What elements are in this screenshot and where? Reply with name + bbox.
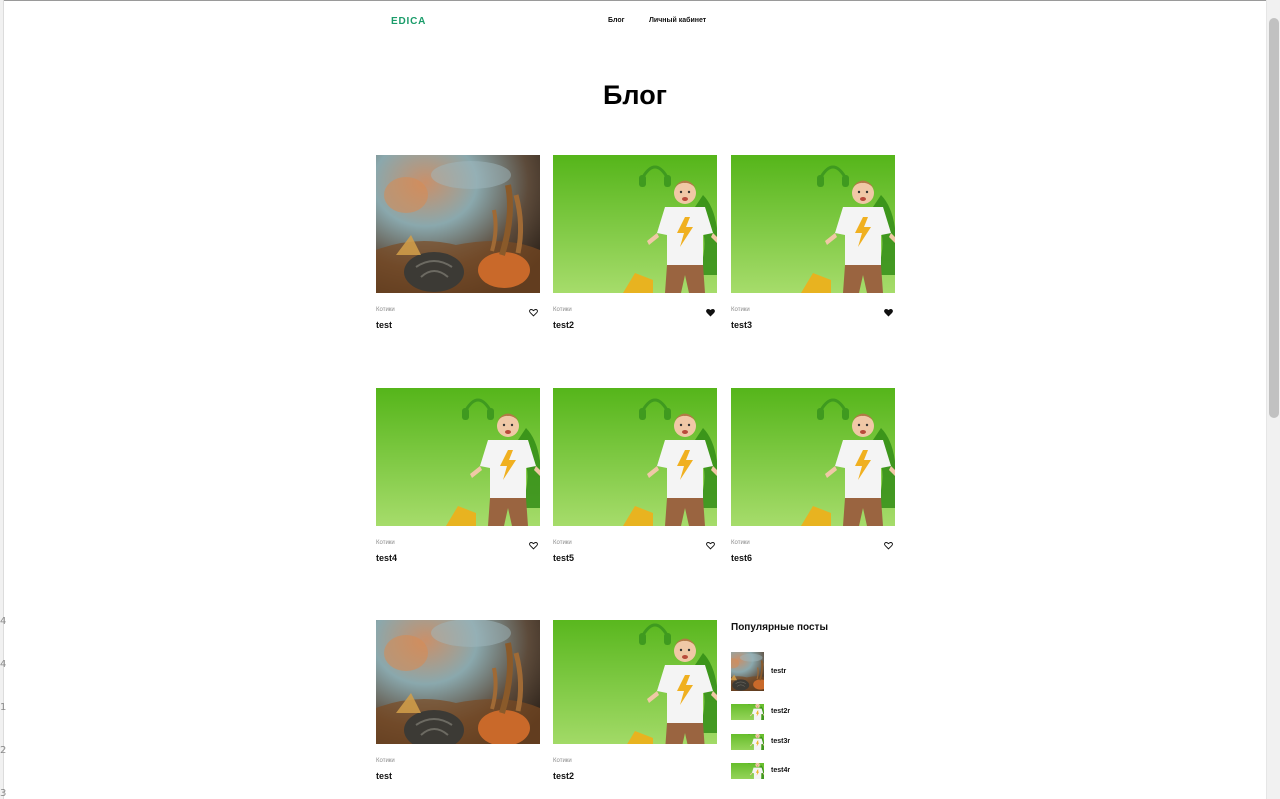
post-card: Котики test4	[376, 388, 540, 563]
popular-post-title: test2r	[771, 708, 791, 715]
left-edge-mark: 3	[0, 788, 7, 799]
post-title[interactable]: test5	[553, 553, 574, 563]
heart-filled-icon[interactable]	[706, 308, 715, 317]
post-title[interactable]: test3	[731, 320, 752, 330]
vertical-scrollbar[interactable]	[1266, 0, 1280, 799]
autumn-pumpkin-photo	[376, 620, 540, 744]
post-card: Котики test2	[553, 620, 717, 781]
heart-icon[interactable]	[884, 541, 893, 550]
post-category: Котики	[553, 540, 572, 546]
post-image-link[interactable]	[553, 620, 717, 744]
kid-on-green-photo	[731, 155, 895, 293]
kid-on-green-photo	[553, 620, 717, 744]
post-image-link[interactable]	[553, 155, 717, 293]
post-image-link[interactable]	[731, 155, 895, 293]
popular-posts-widget: Популярные посты testr test2r test3r tes…	[731, 620, 901, 633]
window-top-border	[0, 0, 1280, 1]
heart-icon[interactable]	[529, 308, 538, 317]
left-edge-mark: 4	[0, 616, 7, 627]
post-title[interactable]: test4	[376, 553, 397, 563]
post-image-link[interactable]	[376, 155, 540, 293]
popular-post-thumbnail	[731, 704, 764, 720]
left-edge-mark: 2	[0, 745, 7, 756]
scrollbar-thumb[interactable]	[1269, 18, 1279, 418]
kid-on-green-photo	[731, 388, 895, 526]
page-title: Блог	[603, 80, 667, 110]
post-card: Котики test3	[731, 155, 895, 330]
kid-on-green-photo	[376, 388, 540, 526]
post-image-link[interactable]	[731, 388, 895, 526]
nav-link-blog[interactable]: Блог	[608, 17, 625, 24]
post-image-link[interactable]	[376, 388, 540, 526]
post-image-link[interactable]	[553, 388, 717, 526]
post-title[interactable]: test	[376, 320, 392, 330]
post-card: Котики test2	[553, 155, 717, 330]
post-category: Котики	[376, 307, 395, 313]
left-edge-marks: 4 4 1 2 3	[0, 600, 6, 799]
kid-on-green-photo	[553, 388, 717, 526]
kid-on-green-photo	[731, 704, 764, 720]
post-title[interactable]: test	[376, 771, 392, 781]
popular-post-thumbnail	[731, 763, 764, 779]
heart-filled-icon[interactable]	[884, 308, 893, 317]
site-header: EDICA Блог Личный кабинет	[376, 12, 896, 32]
post-image-link[interactable]	[376, 620, 540, 744]
post-category: Котики	[376, 540, 395, 546]
post-category: Котики	[553, 307, 572, 313]
post-title[interactable]: test2	[553, 320, 574, 330]
post-card: Котики test5	[553, 388, 717, 563]
left-edge-mark: 1	[0, 702, 7, 713]
post-card: Котики test	[376, 155, 540, 330]
popular-post-title: test3r	[771, 738, 791, 745]
post-category: Котики	[731, 307, 750, 313]
popular-post-title: testr	[771, 668, 787, 675]
popular-post-title: test4r	[771, 767, 791, 774]
heart-icon[interactable]	[706, 541, 715, 550]
kid-on-green-photo	[553, 155, 717, 293]
autumn-pumpkin-photo	[731, 652, 764, 691]
site-logo[interactable]: EDICA	[391, 16, 426, 27]
heart-icon[interactable]	[529, 541, 538, 550]
kid-on-green-photo	[731, 763, 764, 779]
post-card: Котики test6	[731, 388, 895, 563]
kid-on-green-photo	[731, 734, 764, 750]
post-title[interactable]: test6	[731, 553, 752, 563]
popular-posts-heading: Популярные посты	[731, 622, 828, 633]
post-card: Котики test	[376, 620, 540, 781]
left-edge-mark: 4	[0, 659, 7, 670]
post-category: Котики	[731, 540, 750, 546]
popular-post-thumbnail	[731, 652, 764, 691]
nav-link-personal-account[interactable]: Личный кабинет	[649, 17, 706, 24]
autumn-pumpkin-photo	[376, 155, 540, 293]
post-title[interactable]: test2	[553, 771, 574, 781]
popular-post-thumbnail	[731, 734, 764, 750]
post-category: Котики	[376, 758, 395, 764]
post-category: Котики	[553, 758, 572, 764]
